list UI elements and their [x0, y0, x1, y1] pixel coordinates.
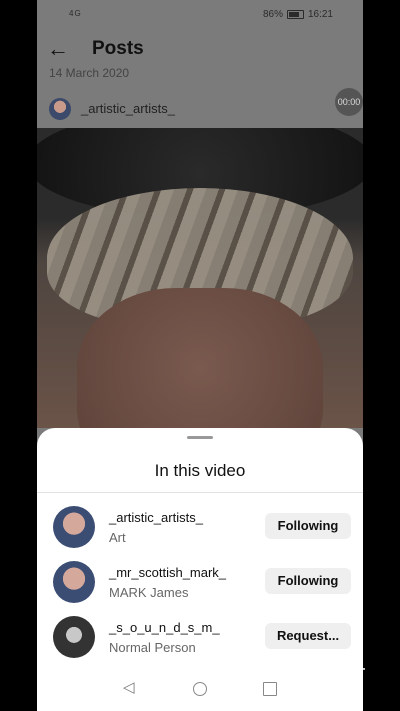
top-bar: ← Posts — [37, 30, 363, 66]
list-item[interactable]: _s_o_u_n_d_s_m_ Normal Person Request... — [37, 610, 363, 662]
status-right: 86% 16:21 — [263, 9, 333, 20]
item-subtitle: Normal Person — [109, 640, 196, 655]
post-date: 14 March 2020 — [49, 66, 130, 80]
back-arrow-icon[interactable]: ← — [47, 36, 69, 62]
avatar[interactable] — [53, 561, 95, 603]
item-username[interactable]: _artistic_artists_ — [109, 510, 203, 525]
following-button[interactable]: Following — [265, 568, 351, 594]
network-indicator: 4G — [69, 9, 82, 18]
phone-screen: 4G 86% 16:21 ← Posts 14 March 2020 _arti… — [37, 0, 363, 711]
avatar[interactable] — [53, 616, 95, 658]
avatar[interactable] — [53, 506, 95, 548]
following-button[interactable]: Following — [265, 513, 351, 539]
face — [77, 288, 323, 428]
request-button[interactable]: Request... — [265, 623, 351, 649]
item-subtitle: MARK James — [109, 585, 189, 600]
status-bar: 4G 86% 16:21 — [37, 0, 363, 28]
battery-percentage: 86% — [262, 9, 283, 20]
item-username[interactable]: _s_o_u_n_d_s_m_ — [109, 620, 220, 635]
nav-home-icon[interactable] — [193, 682, 207, 696]
battery-icon — [286, 10, 304, 19]
video-frame[interactable] — [37, 128, 363, 428]
clock: 16:21 — [307, 9, 333, 20]
page-title: Posts — [92, 38, 144, 59]
list-item[interactable]: _mr_scottish_mark_ MARK James Following — [37, 555, 363, 607]
post-author-row[interactable]: _artistic_artists_ 00:00 — [37, 88, 363, 128]
divider — [37, 492, 363, 493]
avatar[interactable] — [49, 98, 71, 120]
nav-back-icon[interactable]: ◁ — [123, 678, 135, 696]
sheet-title: In this video — [154, 461, 246, 480]
post-username[interactable]: _artistic_artists_ — [81, 101, 175, 116]
video-timer: 00:00 — [335, 88, 363, 116]
item-subtitle: Art — [109, 530, 126, 545]
watermark: PowerDirector — [220, 660, 366, 685]
drag-handle[interactable] — [187, 436, 213, 439]
list-item[interactable]: _artistic_artists_ Art Following — [37, 500, 363, 552]
item-username[interactable]: _mr_scottish_mark_ — [109, 565, 226, 580]
